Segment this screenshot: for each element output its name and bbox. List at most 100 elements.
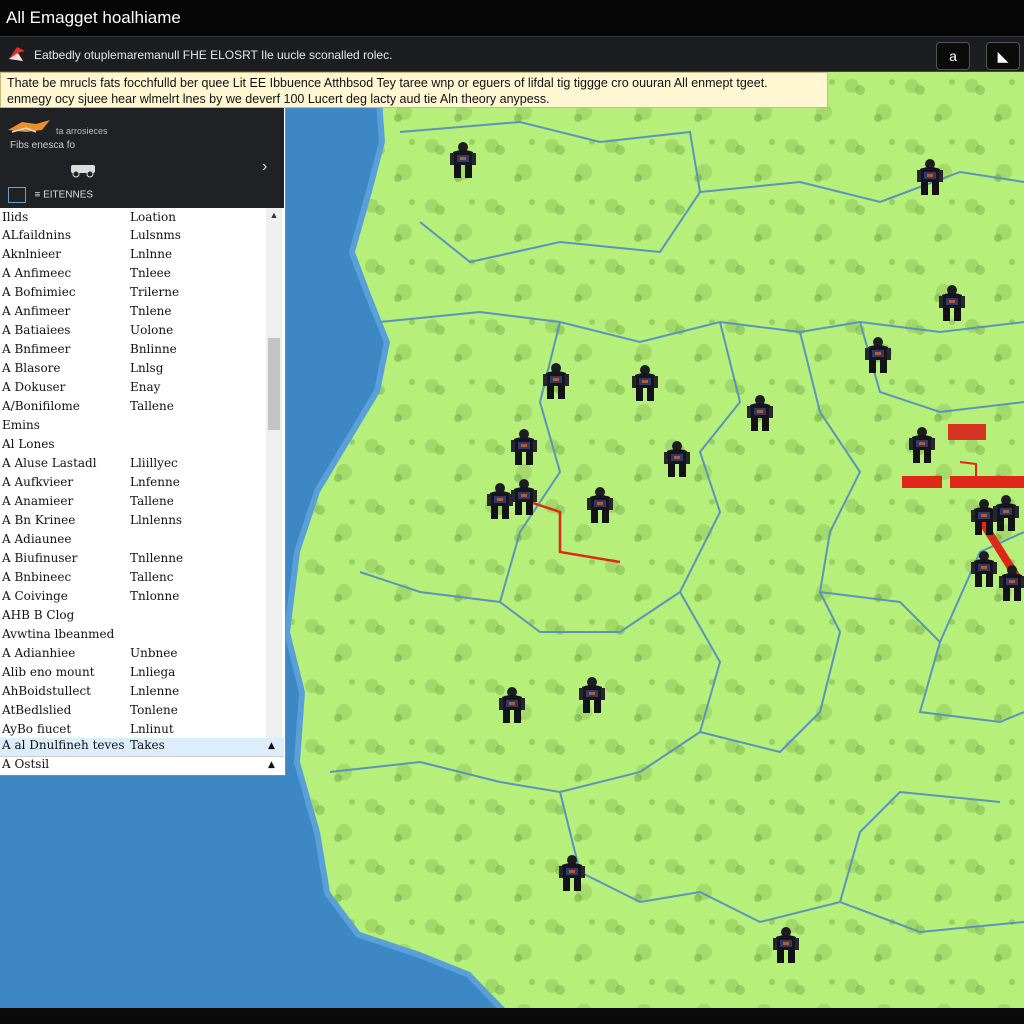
list-item[interactable]: A Blasore Lnlsg (0, 361, 266, 379)
list-item[interactable]: ALfaildnins Lulsnms (0, 228, 266, 246)
unit-label: A Aufkvieer (2, 475, 74, 489)
enemy-flag-icon (948, 424, 986, 440)
unit-label: A Coivinge (2, 589, 68, 603)
list-item[interactable]: A Ostsil ▲ (0, 756, 284, 774)
chevron-up-icon[interactable]: ▲ (268, 760, 275, 770)
banner-line-1: Thate be mrucls fats focchfulld ber quee… (7, 76, 768, 90)
unit-location: Tnleee (130, 266, 171, 280)
unit-panel: ta arrosieces Fibs enesca fo › ≡ EITENNE… (0, 108, 286, 776)
unit-location: Tonlene (130, 703, 178, 717)
unit-label: Emins (2, 418, 40, 432)
unit-label: A Anamieer (2, 494, 74, 508)
unit-location: Lnlinut (130, 722, 174, 736)
list-item[interactable]: A Adiaunee (0, 532, 266, 550)
toolbar: Eatbedly otuplemaremanull FHE ELOSRT Ile… (0, 36, 1024, 72)
unit-location: Bnlinne (130, 342, 177, 356)
unit-location: Tnlene (130, 304, 172, 318)
list-item[interactable]: A Bofnimiec Trilerne (0, 285, 266, 303)
unit-label: A Blasore (2, 361, 61, 375)
unit-label: Alib eno mount (2, 665, 95, 679)
unit-label: AHB B Clog (2, 608, 75, 622)
panel-header: ta arrosieces Fibs enesca fo › ≡ EITENNE… (0, 108, 284, 208)
bottom-bar (0, 1008, 1024, 1024)
list-item[interactable]: AhBoidstullect Lnlenne (0, 684, 266, 702)
unit-location: Enay (130, 380, 161, 394)
list-scrollbar[interactable]: ▲ (266, 208, 282, 738)
list-item[interactable]: A Anfimeec Tnleee (0, 266, 266, 284)
unit-location: Tallene (130, 399, 174, 413)
unit-location: Takes (130, 738, 165, 752)
unit-label: A Adiaunee (2, 532, 72, 546)
filter-row: ≡ EITENNES (8, 186, 93, 204)
unit-label: ALfaildnins (2, 228, 72, 242)
list-item[interactable]: AHB B Clog (0, 608, 266, 626)
scroll-up-icon[interactable]: ▲ (266, 210, 282, 220)
list-item[interactable]: Avwtina lbeanmed (0, 627, 266, 645)
filter-button[interactable] (8, 186, 26, 203)
unit-label: AyBo fiucet (2, 722, 72, 736)
list-item[interactable]: A/Bonifilome Tallene (0, 399, 266, 417)
list-item[interactable]: A Biufinuser Tnllenne (0, 551, 266, 569)
unit-label: A Dokuser (2, 380, 66, 394)
banner-line-2: enmegy ocy sjuee hear wlmelrt lnes by we… (7, 92, 550, 106)
unit-location: Tallenc (130, 570, 174, 584)
unit-subtitle: Fibs enesca fo (10, 140, 76, 151)
app-logo-icon (9, 47, 25, 61)
list-item[interactable]: A Aluse Lastadl Lliillyec (0, 456, 266, 474)
unit-location: Tallene (130, 494, 174, 508)
column-header-ids: Ilids (2, 210, 29, 224)
unit-label: A Bofnimiec (2, 285, 76, 299)
unit-name: ta arrosieces (56, 126, 108, 136)
mission-banner: Thate be mrucls fats focchfulld ber quee… (0, 72, 828, 108)
list-item[interactable]: AyBo fiucet Lnlinut (0, 722, 266, 738)
vegetation (290, 72, 1024, 1008)
list-item[interactable]: AtBedlslied Tonlene (0, 703, 266, 721)
list-item[interactable]: A Bnbineec Tallenc (0, 570, 266, 588)
list-item[interactable]: A Adianhiee Unbnee (0, 646, 266, 664)
unit-label: A/Bonifilome (2, 399, 80, 413)
unit-label: AhBoidstullect (2, 684, 91, 698)
unit-location: Lnlsg (130, 361, 164, 375)
up-arrow-icon: a (949, 48, 957, 64)
up-arrow-button[interactable]: a (936, 42, 970, 70)
list-item[interactable]: A Bn Krinee Llnlenns (0, 513, 266, 531)
list-item[interactable]: Al Lones (0, 437, 266, 455)
list-item[interactable]: Alib eno mount Lnliega (0, 665, 266, 683)
unit-label: A Ostsil (2, 757, 50, 771)
toolbar-hint-text: Eatbedly otuplemaremanull FHE ELOSRT Ile… (34, 48, 393, 62)
unit-location: Lulsnms (130, 228, 181, 242)
unit-label: A Biufinuser (2, 551, 78, 565)
panel-toggle-button[interactable]: ◣ (986, 42, 1020, 70)
unit-label: A Anfimeec (2, 266, 72, 280)
unit-label: Aknlnieer (2, 247, 62, 261)
unit-emblem-icon (8, 120, 50, 133)
chevron-up-icon[interactable]: ▲ (268, 741, 275, 751)
unit-location: Lnfenne (130, 475, 180, 489)
list-item[interactable]: A Batiaiees Uolone (0, 323, 266, 341)
unit-location: Uolone (130, 323, 174, 337)
list-item[interactable]: A Anfimeer Tnlene (0, 304, 266, 322)
unit-label: A Bnbineec (2, 570, 72, 584)
unit-label: A Bnfimeer (2, 342, 71, 356)
unit-label: Avwtina lbeanmed (2, 627, 115, 641)
list-item[interactable]: A Aufkvieer Lnfenne (0, 475, 266, 493)
list-item[interactable]: A Bnfimeer Bnlinne (0, 342, 266, 360)
list-item[interactable]: A Coivinge Tnlonne (0, 589, 266, 607)
unit-location: Tnlonne (130, 589, 180, 603)
filter-label: ≡ EITENNES (34, 189, 94, 201)
unit-label: A Batiaiees (2, 323, 71, 337)
list-item[interactable]: A Anamieer Tallene (0, 494, 266, 512)
unit-location: Trilerne (130, 285, 180, 299)
unit-location: Llnlenns (130, 513, 183, 527)
chevron-right-icon[interactable]: › (262, 158, 267, 176)
unit-list: Ilids Loation ALfaildnins Lulsnms Aknlnie… (0, 208, 266, 738)
list-item[interactable]: Emins (0, 418, 266, 436)
unit-location: Tnllenne (130, 551, 184, 565)
unit-label: A Aluse Lastadl (2, 456, 97, 470)
list-item[interactable]: A Dokuser Enay (0, 380, 266, 398)
unit-location: Lnlnne (130, 247, 173, 261)
unit-location: Lliillyec (130, 456, 178, 470)
scrollbar-thumb[interactable] (268, 338, 280, 430)
list-item[interactable]: Aknlnieer Lnlnne (0, 247, 266, 265)
selected-list-item[interactable]: A al Dnulfineh teves Takes ▲ (0, 738, 284, 756)
